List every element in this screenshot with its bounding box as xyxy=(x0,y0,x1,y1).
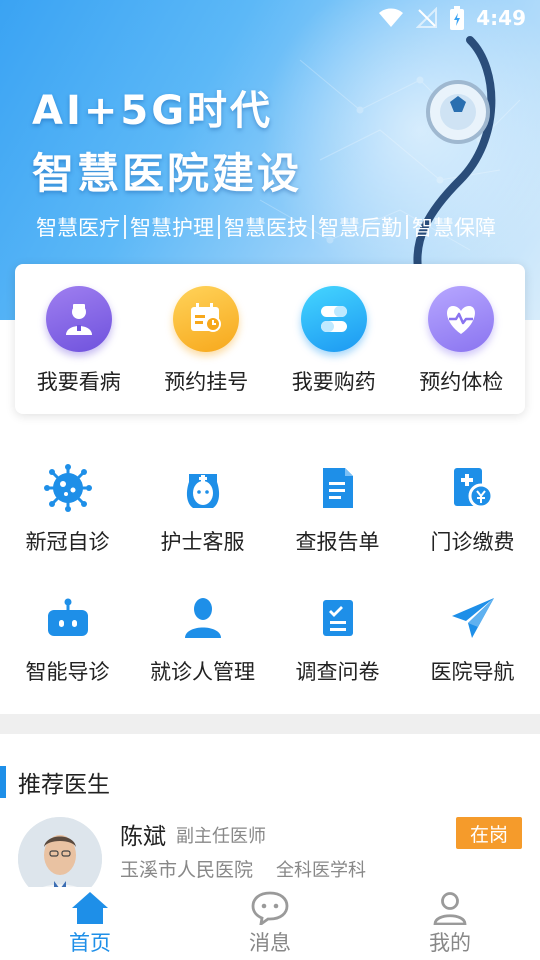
banner-tag: 智慧医疗 xyxy=(36,216,120,240)
quick-action-label: 我要看病 xyxy=(36,370,121,394)
user-icon xyxy=(177,592,229,644)
doctor-name: 陈斌 xyxy=(120,824,166,850)
chat-icon xyxy=(251,891,289,925)
virus-icon xyxy=(42,462,94,514)
quick-action-appointment[interactable]: 预约挂号 xyxy=(146,286,266,414)
service-check-report[interactable]: 查报告单 xyxy=(270,450,405,580)
status-bar: 4:49 xyxy=(0,0,540,36)
service-outpatient-payment[interactable]: 门诊缴费 xyxy=(405,450,540,580)
status-time: 4:49 xyxy=(476,6,526,30)
bottom-navigation: 首页 消息 我的 xyxy=(0,887,540,960)
stethoscope-icon xyxy=(413,36,496,284)
nav-messages[interactable]: 消息 xyxy=(180,887,360,960)
section-accent-bar xyxy=(0,766,6,798)
nav-label: 我的 xyxy=(429,931,471,955)
services-grid: 新冠自诊 护士客服 查报告单 门诊缴费 智能导诊 就诊人管理 调查问卷 医院导航 xyxy=(0,450,540,710)
service-label: 医院导航 xyxy=(430,660,515,684)
robot-icon xyxy=(42,592,94,644)
section-divider xyxy=(0,714,540,734)
report-icon xyxy=(312,462,364,514)
nav-home[interactable]: 首页 xyxy=(0,887,180,960)
nav-label: 首页 xyxy=(69,931,111,955)
nav-label: 消息 xyxy=(249,931,291,955)
battery-icon xyxy=(450,6,465,30)
calendar-icon xyxy=(173,286,240,352)
service-smart-guide[interactable]: 智能导诊 xyxy=(0,580,135,710)
banner-tag: 智慧后勤 xyxy=(318,216,402,240)
banner-tag: 智慧医技 xyxy=(224,216,308,240)
status-badge: 在岗 xyxy=(456,817,522,849)
banner-subheadline: 智慧医院建设 xyxy=(32,149,303,198)
banner-tag: 智慧保障 xyxy=(412,216,496,240)
pill-icon xyxy=(300,286,367,352)
banner-tag: 智慧护理 xyxy=(130,216,214,240)
quick-action-label: 预约体检 xyxy=(419,370,504,394)
recommended-doctors-header: 推荐医生 xyxy=(0,764,110,800)
wifi-icon xyxy=(379,8,404,27)
heart-pulse-icon xyxy=(428,286,495,352)
nurse-icon xyxy=(177,462,229,514)
service-label: 调查问卷 xyxy=(295,660,380,684)
services-row: 智能导诊 就诊人管理 调查问卷 医院导航 xyxy=(0,580,540,710)
doctor-hospital: 玉溪市人民医院 xyxy=(120,859,254,881)
service-label: 门诊缴费 xyxy=(430,530,515,554)
payment-icon xyxy=(447,462,499,514)
doctor-card[interactable]: 陈斌 副主任医师 玉溪市人民医院 全科医学科 在岗 xyxy=(18,815,522,887)
quick-action-label: 我要购药 xyxy=(291,370,376,394)
banner-headline: AI+5G时代 xyxy=(32,88,274,134)
quick-action-buy-medicine[interactable]: 我要购药 xyxy=(274,286,394,414)
quick-action-label: 预约挂号 xyxy=(164,370,249,394)
quick-action-checkup[interactable]: 预约体检 xyxy=(401,286,521,414)
service-hospital-navigation[interactable]: 医院导航 xyxy=(405,580,540,710)
quick-action-see-doctor[interactable]: 我要看病 xyxy=(19,286,139,414)
nav-profile[interactable]: 我的 xyxy=(360,887,540,960)
doctor-icon xyxy=(45,286,112,352)
quick-actions-card: 我要看病 预约挂号 我要购药 预约体检 xyxy=(15,264,525,414)
home-icon xyxy=(72,892,108,924)
banner-tags: 智慧医疗 智慧护理 智慧医技 智慧后勤 智慧保障 xyxy=(32,212,500,242)
service-patient-management[interactable]: 就诊人管理 xyxy=(135,580,270,710)
services-row: 新冠自诊 护士客服 查报告单 门诊缴费 xyxy=(0,450,540,580)
doctor-department: 全科医学科 xyxy=(276,860,366,881)
service-label: 智能导诊 xyxy=(25,660,110,684)
doctor-avatar xyxy=(18,817,102,887)
service-label: 就诊人管理 xyxy=(150,660,255,684)
profile-icon xyxy=(433,892,467,925)
service-survey[interactable]: 调查问卷 xyxy=(270,580,405,710)
service-covid-selfcheck[interactable]: 新冠自诊 xyxy=(0,450,135,580)
no-signal-icon xyxy=(416,7,438,28)
section-title: 推荐医生 xyxy=(18,772,110,798)
paper-plane-icon xyxy=(447,592,499,644)
service-nurse-support[interactable]: 护士客服 xyxy=(135,450,270,580)
service-label: 护士客服 xyxy=(160,530,245,554)
doctor-title: 副主任医师 xyxy=(176,826,266,847)
service-label: 查报告单 xyxy=(295,530,380,554)
survey-icon xyxy=(312,592,364,644)
service-label: 新冠自诊 xyxy=(25,530,110,554)
